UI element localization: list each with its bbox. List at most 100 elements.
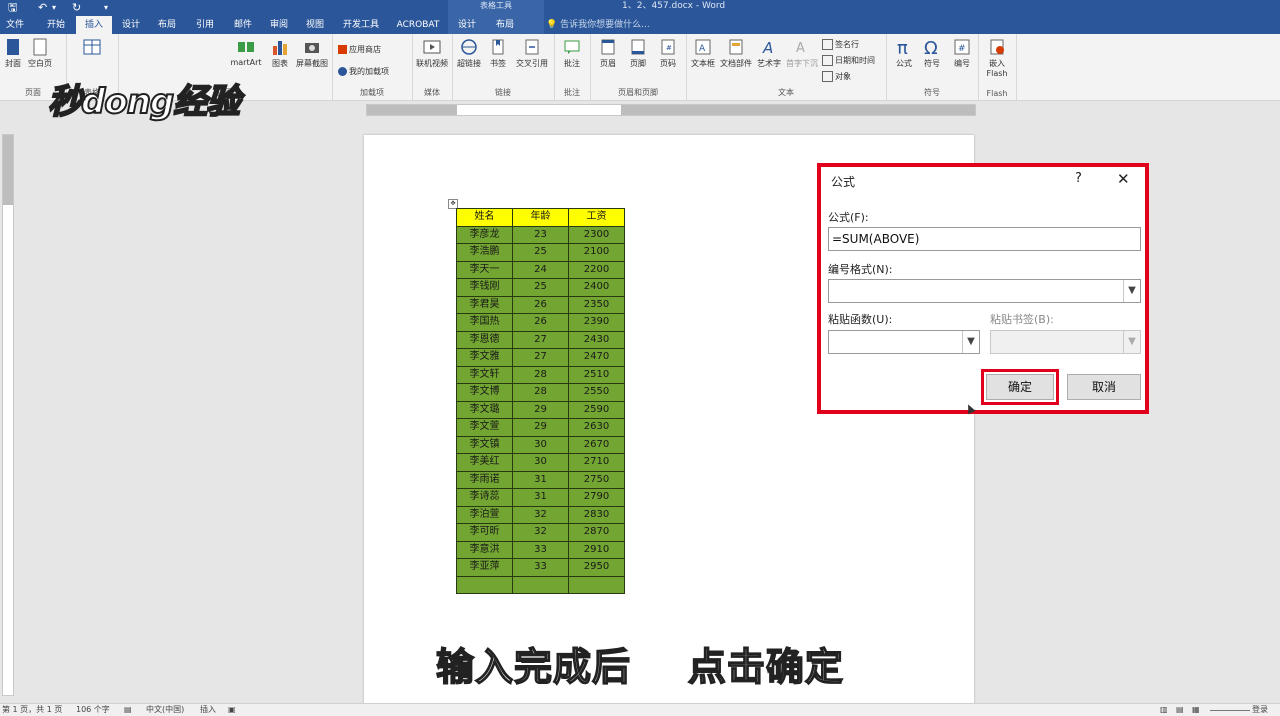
cell-name[interactable]: 李国热 (456, 313, 513, 332)
footer-button[interactable]: 页脚 (624, 38, 652, 69)
cover-page-button[interactable]: 封面 (2, 38, 24, 69)
cell-salary[interactable]: 2630 (568, 418, 625, 437)
cell-name[interactable]: 李雨诺 (456, 470, 513, 489)
cell-name[interactable]: 李文璐 (456, 400, 513, 419)
object-button[interactable]: 对象 (822, 71, 851, 82)
cell-name[interactable]: 李彦龙 (456, 225, 513, 244)
cell-name[interactable]: 李钱刚 (456, 278, 513, 297)
cell-salary[interactable]: 2830 (568, 505, 625, 524)
online-video-button[interactable]: 联机视频 (414, 38, 450, 69)
chevron-down-icon[interactable]: ▼ (962, 331, 979, 353)
cell-age[interactable]: 26 (512, 295, 569, 314)
cell-age[interactable]: 25 (512, 278, 569, 297)
number-button[interactable]: # 编号 (948, 38, 976, 69)
save-icon[interactable]: 🖫 (8, 0, 17, 16)
vertical-ruler[interactable] (2, 134, 14, 696)
cell-age[interactable]: 24 (512, 260, 569, 279)
cell-name[interactable]: 李文雅 (456, 348, 513, 367)
table-button[interactable] (80, 38, 104, 58)
cell-salary[interactable]: 2350 (568, 295, 625, 314)
comment-button[interactable]: 批注 (558, 38, 586, 69)
cell-salary[interactable]: 2590 (568, 400, 625, 419)
header-age[interactable]: 年龄 (512, 208, 569, 227)
cell-age[interactable]: 27 (512, 330, 569, 349)
cell-salary[interactable]: 2550 (568, 383, 625, 402)
cell-name[interactable]: 李泊萱 (456, 505, 513, 524)
cell-age[interactable]: 23 (512, 225, 569, 244)
zoom-label[interactable]: 登录 (1252, 704, 1268, 716)
cell-age[interactable]: 28 (512, 383, 569, 402)
cell-age[interactable]: 32 (512, 505, 569, 524)
undo-icon[interactable]: ↶ (38, 0, 47, 16)
cell-age[interactable] (512, 575, 569, 594)
web-layout-icon[interactable]: ▦ (1192, 704, 1200, 716)
cancel-button[interactable]: 取消 (1067, 374, 1141, 400)
tab-acrobat[interactable]: ACROBAT (392, 16, 444, 34)
cell-salary[interactable]: 2300 (568, 225, 625, 244)
tab-view[interactable]: 视图 (298, 16, 332, 34)
redo-icon[interactable]: ↻ (72, 0, 81, 16)
cell-salary[interactable]: 2670 (568, 435, 625, 454)
signature-line-button[interactable]: 签名行 (822, 39, 859, 50)
customize-quick-access-icon[interactable]: ▾ (104, 0, 108, 16)
cell-name[interactable]: 李文萱 (456, 418, 513, 437)
cell-salary[interactable]: 2200 (568, 260, 625, 279)
cell-name[interactable]: 李文轩 (456, 365, 513, 384)
number-format-select[interactable]: ▼ (828, 279, 1141, 303)
ok-button[interactable]: 确定 (986, 374, 1054, 400)
tab-references[interactable]: 引用 (188, 16, 222, 34)
cell-age[interactable]: 32 (512, 523, 569, 542)
cell-age[interactable]: 26 (512, 313, 569, 332)
smartart-button[interactable]: martArt (226, 38, 266, 67)
cell-name[interactable]: 李君昊 (456, 295, 513, 314)
cell-age[interactable]: 30 (512, 453, 569, 472)
header-salary[interactable]: 工资 (568, 208, 625, 227)
tell-me-box[interactable]: 💡 告诉我你想要做什么... (546, 16, 650, 34)
cell-salary[interactable]: 2390 (568, 313, 625, 332)
print-layout-icon[interactable]: ▤ (1176, 704, 1184, 716)
screenshot-button[interactable]: 屏幕截图 (294, 38, 330, 69)
macro-icon[interactable]: ▣ (228, 704, 236, 716)
cell-salary[interactable]: 2470 (568, 348, 625, 367)
cell-salary[interactable]: 2510 (568, 365, 625, 384)
cell-salary[interactable]: 2750 (568, 470, 625, 489)
cell-age[interactable]: 28 (512, 365, 569, 384)
cell-salary[interactable] (568, 575, 625, 594)
proofing-icon[interactable]: ▤ (124, 704, 132, 716)
hyperlink-button[interactable]: 超链接 (454, 38, 484, 69)
page-number-button[interactable]: # 页码 (654, 38, 682, 69)
textbox-button[interactable]: A 文本框 (688, 38, 718, 69)
read-mode-icon[interactable]: ▥ (1160, 704, 1168, 716)
cell-age[interactable]: 31 (512, 470, 569, 489)
cell-name[interactable]: 李诗蕊 (456, 488, 513, 507)
tab-insert[interactable]: 插入 (76, 16, 112, 34)
cell-age[interactable]: 31 (512, 488, 569, 507)
tab-table-design[interactable]: 设计 (450, 16, 484, 34)
cell-name[interactable]: 李意洪 (456, 540, 513, 559)
word-count[interactable]: 106 个字 (76, 704, 110, 716)
language[interactable]: 中文(中国) (146, 704, 184, 716)
chevron-down-icon[interactable]: ▼ (1123, 280, 1140, 302)
help-icon[interactable]: ? (1075, 171, 1082, 186)
cell-salary[interactable]: 2430 (568, 330, 625, 349)
tab-file[interactable]: 文件 (0, 16, 30, 34)
cell-salary[interactable]: 2100 (568, 243, 625, 262)
cell-age[interactable]: 29 (512, 418, 569, 437)
cell-age[interactable]: 27 (512, 348, 569, 367)
embed-flash-button[interactable]: 嵌入Flash (980, 38, 1014, 78)
cross-reference-button[interactable]: 交叉引用 (512, 38, 552, 69)
store-button[interactable]: 应用商店 (338, 44, 381, 55)
date-time-button[interactable]: 日期和时间 (822, 55, 875, 66)
cell-salary[interactable]: 2950 (568, 558, 625, 577)
cell-age[interactable]: 29 (512, 400, 569, 419)
cell-name[interactable]: 李亚萍 (456, 558, 513, 577)
cell-salary[interactable]: 2910 (568, 540, 625, 559)
my-addins-button[interactable]: 我的加载项 (338, 66, 389, 77)
tab-mailings[interactable]: 邮件 (226, 16, 260, 34)
bookmark-button[interactable]: 书签 (486, 38, 510, 69)
cell-salary[interactable]: 2710 (568, 453, 625, 472)
cell-age[interactable]: 33 (512, 540, 569, 559)
chart-button[interactable]: 图表 (268, 38, 292, 69)
cell-salary[interactable]: 2870 (568, 523, 625, 542)
undo-dropdown-icon[interactable]: ▾ (52, 0, 56, 16)
